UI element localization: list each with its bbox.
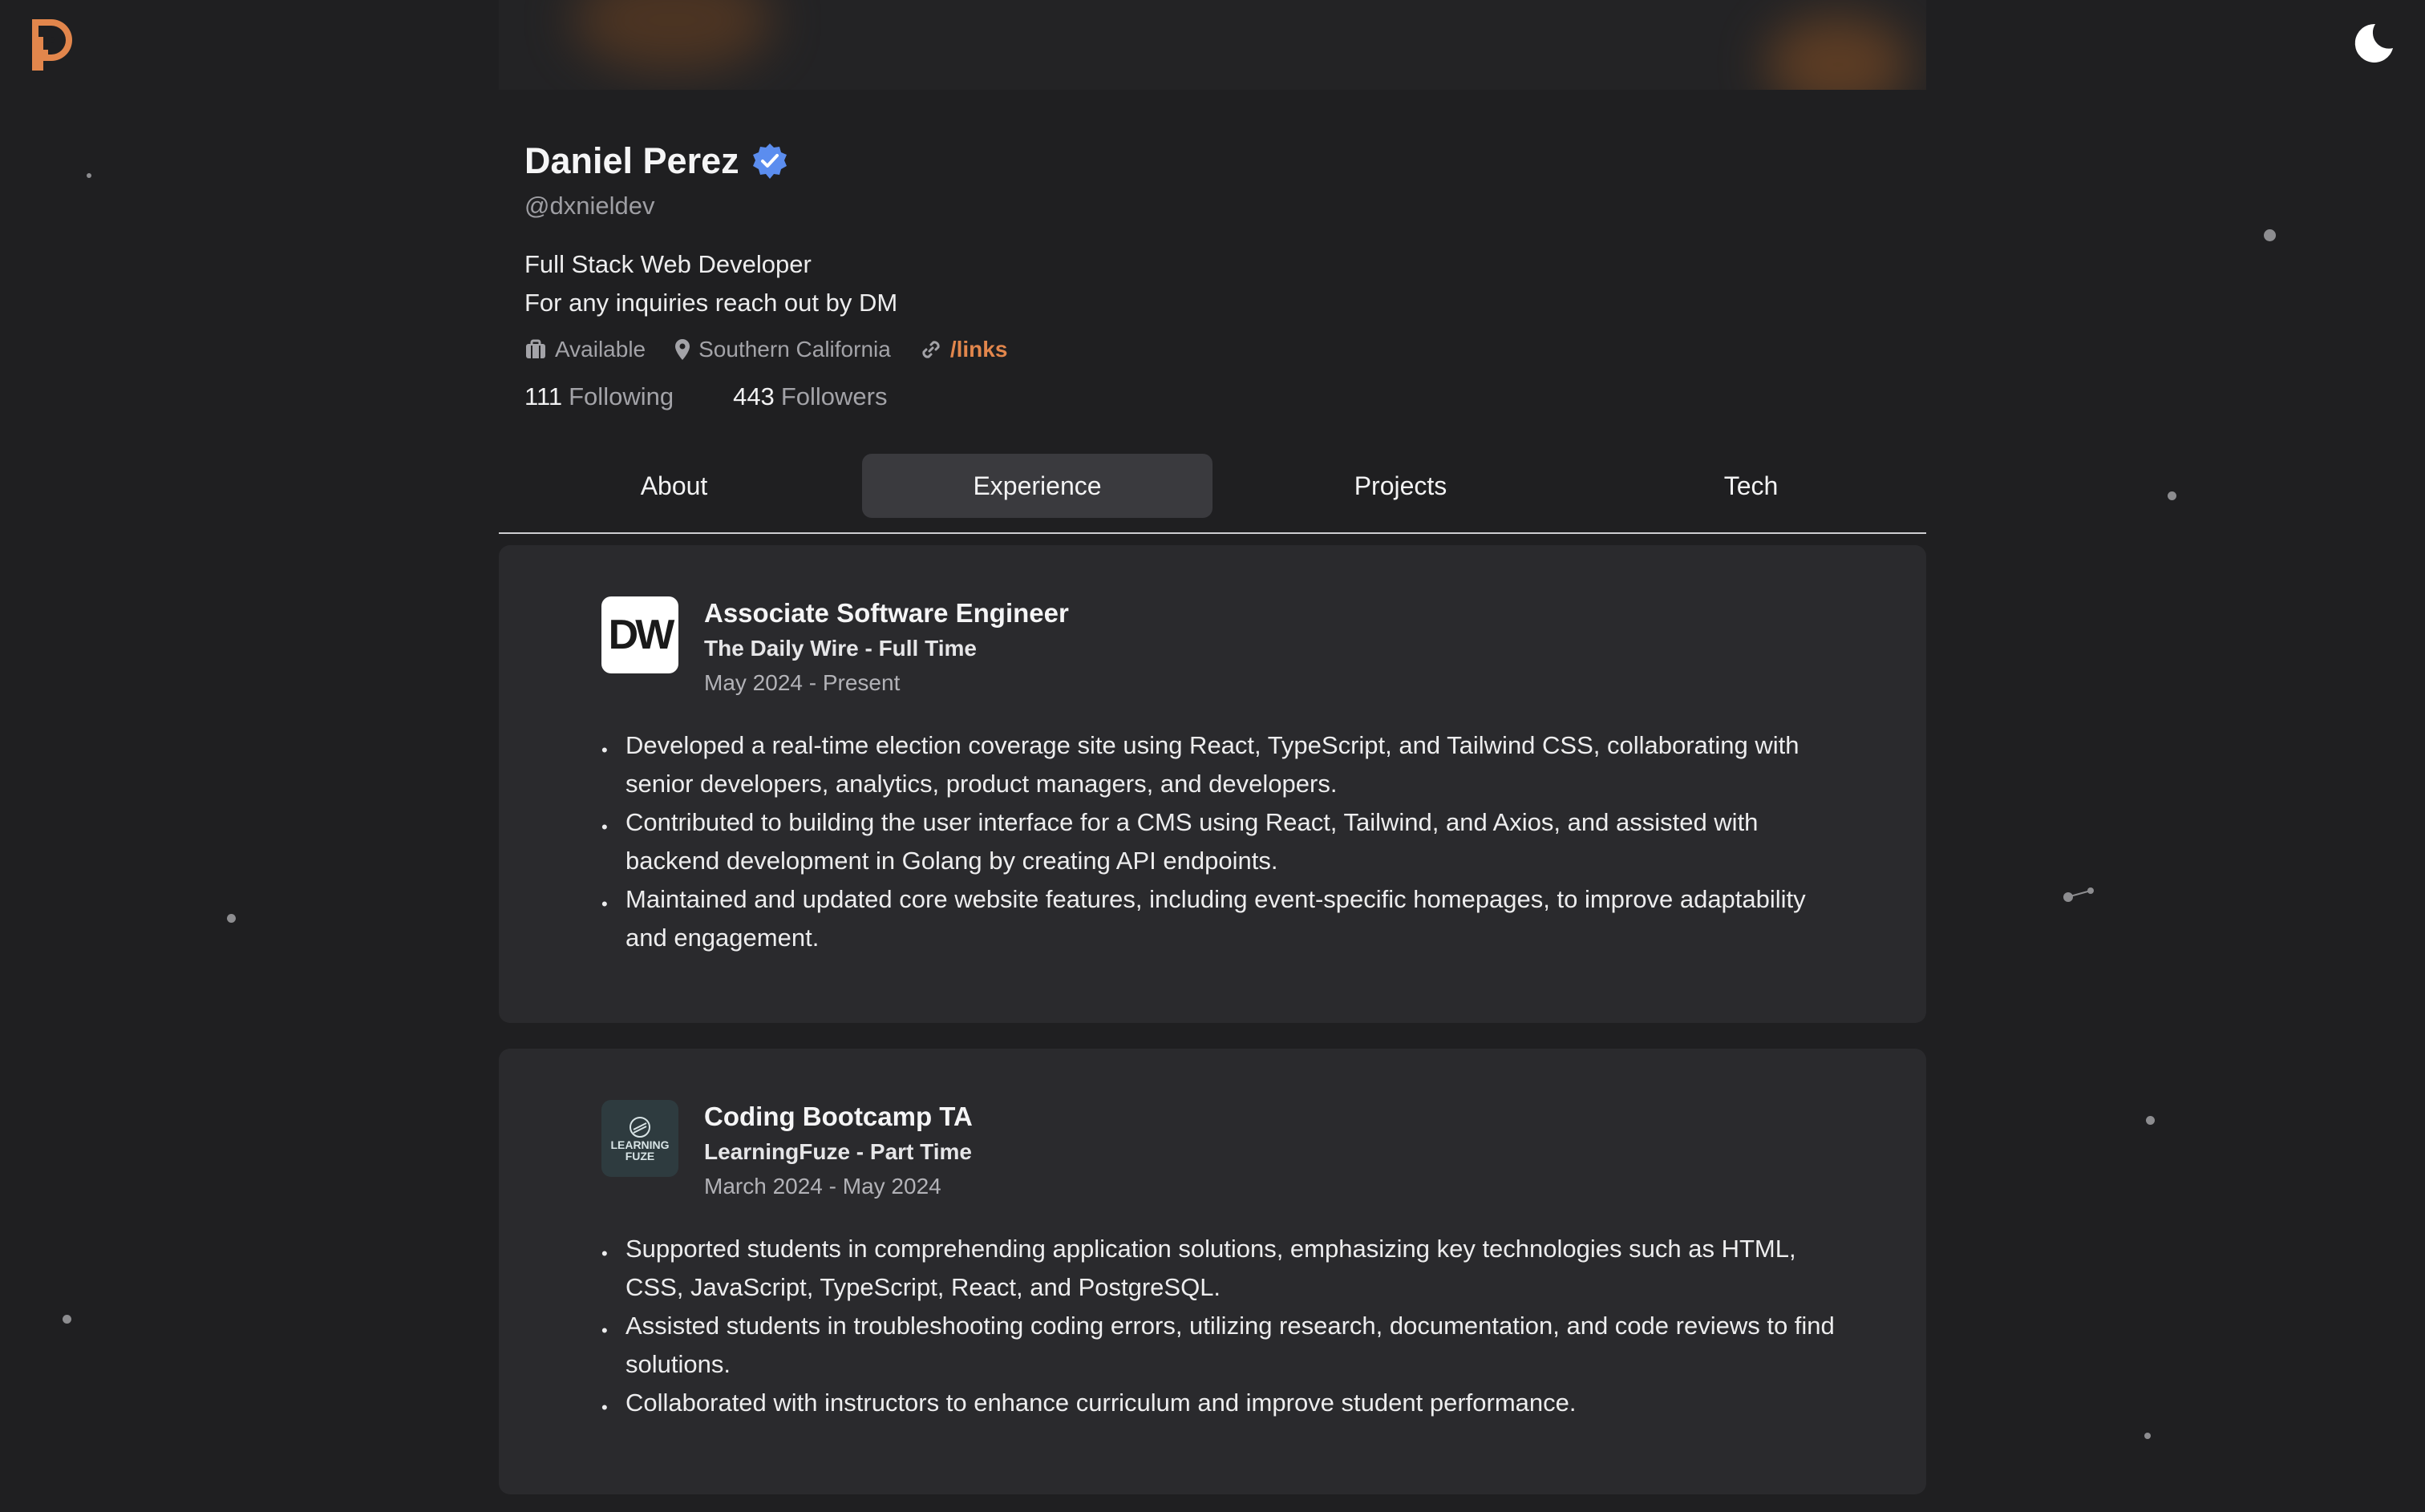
job-bullets: Developed a real-time election coverage … [601,726,1852,957]
job-dates: March 2024 - May 2024 [704,1174,941,1199]
followers-stat[interactable]: 443 Followers [733,382,887,411]
status-text: Available [555,337,646,362]
job-header: LEARNING FUZE Coding Bootcamp TA Learnin… [601,1100,973,1204]
particle-connection [2067,890,2091,898]
background-particle [2264,229,2276,241]
followers-label: Followers [780,382,888,410]
following-label: Following [569,382,674,410]
logo-text: LEARNING [610,1138,670,1151]
moon-icon[interactable] [2348,19,2396,67]
job-company: LearningFuze - Part Time [704,1139,972,1164]
job-bullets: Supported students in comprehending appl… [601,1230,1852,1427]
profile-name: Daniel Perez [524,140,739,181]
status-item: Available [524,337,646,362]
job-title: Coding Bootcamp TA [704,1102,973,1131]
location-item: Southern California [674,337,891,362]
briefcase-icon [526,339,545,358]
background-particle [2168,491,2176,500]
background-particle [2146,1116,2155,1125]
links-item[interactable]: /links [920,337,1008,362]
tab-tech[interactable]: Tech [1576,454,1926,518]
job-bullet: Developed a real-time election coverage … [601,726,1852,803]
job-bullet: Assisted students in troubleshooting cod… [601,1307,1852,1384]
tab-experience[interactable]: Experience [862,454,1212,518]
link-icon [922,341,940,358]
following-count: 111 [524,382,563,410]
background-particle [227,914,236,923]
profile-meta: Available Southern California /links [524,332,1888,367]
daily-wire-logo: DW [601,596,678,673]
job-info: Coding Bootcamp TA LearningFuze - Part T… [704,1100,973,1204]
tab-projects[interactable]: Projects [1225,454,1576,518]
banner-blur [1766,16,1910,90]
profile-stats: 111 Following 443 Followers [524,378,1888,415]
verified-badge-icon [752,144,787,179]
experience-card: LEARNING FUZE Coding Bootcamp TA Learnin… [499,1049,1926,1494]
job-dates: May 2024 - Present [704,670,901,695]
job-info: Associate Software Engineer The Daily Wi… [704,596,1069,701]
job-header: DW Associate Software Engineer The Daily… [601,596,1069,701]
profile-tabs: About Experience Projects Tech [499,454,1926,534]
experience-card: DW Associate Software Engineer The Daily… [499,545,1926,1023]
job-title: Associate Software Engineer [704,598,1069,628]
banner-blur [573,0,773,72]
links-link[interactable]: /links [950,337,1008,362]
location-text: Southern California [698,337,891,362]
job-bullet: Contributed to building the user interfa… [601,803,1852,880]
tab-about[interactable]: About [499,454,849,518]
bio-line: For any inquiries reach out by DM [524,289,898,317]
map-pin-icon [675,339,690,360]
profile-header: Daniel Perez @dxnieldev Full Stack Web D… [524,133,1888,415]
bio-line: Full Stack Web Developer [524,250,812,278]
job-company: The Daily Wire - Full Time [704,636,977,661]
followers-count: 443 [733,382,775,410]
background-particle [87,173,91,178]
job-bullet: Maintained and updated core website feat… [601,880,1852,957]
learningfuze-emblem-icon [630,1117,650,1138]
logo-text: FUZE [625,1150,655,1162]
profile-banner [499,0,1926,90]
dp-logo-icon[interactable] [27,14,79,74]
background-particle [63,1315,71,1324]
profile-handle: @dxnieldev [524,192,655,220]
learningfuze-logo: LEARNING FUZE [601,1100,678,1177]
job-bullet: Supported students in comprehending appl… [601,1230,1852,1307]
profile-bio: Full Stack Web Developer For any inquiri… [524,245,1888,322]
following-stat[interactable]: 111 Following [524,382,674,411]
job-bullet: Collaborated with instructors to enhance… [601,1384,1852,1427]
background-particle [2144,1433,2151,1439]
